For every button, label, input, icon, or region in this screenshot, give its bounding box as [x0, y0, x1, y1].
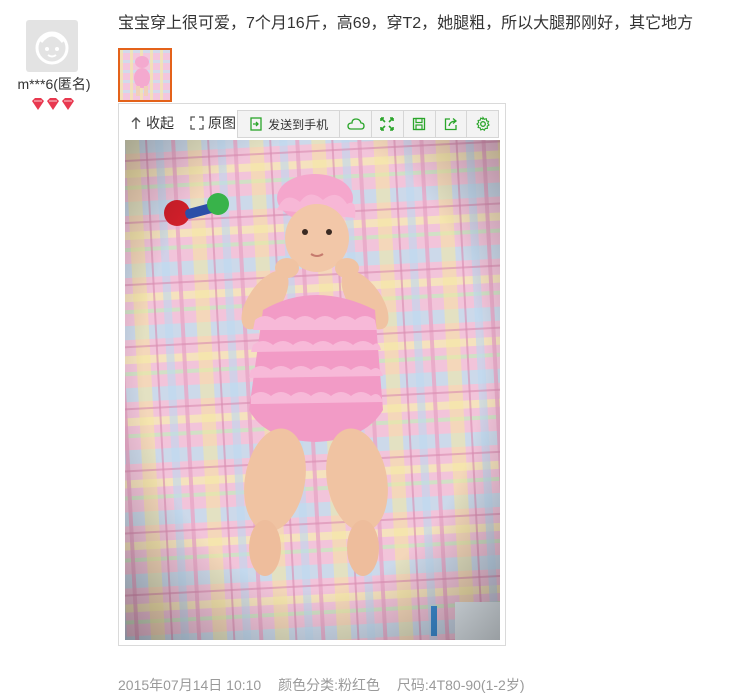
- settings-button[interactable]: [467, 111, 498, 137]
- review-photo-thumbnail[interactable]: [118, 48, 172, 102]
- reviewer-level-badge: [30, 97, 78, 111]
- share-icon: [444, 118, 457, 131]
- expand-icon: [190, 116, 204, 130]
- view-original-button[interactable]: 原图: [190, 113, 236, 133]
- send-to-phone-button[interactable]: 发送到手机: [238, 111, 341, 137]
- settings-icon: [475, 116, 490, 132]
- review-text: 宝宝穿上很可爱，7个月16斤，高69，穿T2，她腿粗，所以大腿那刚好，其它地方: [118, 15, 694, 32]
- reviewer-avatar[interactable]: [26, 20, 78, 72]
- reviewer-name: m***6(匿名): [17, 76, 91, 92]
- share-button[interactable]: [436, 111, 468, 137]
- red-gem-icon: [32, 98, 44, 110]
- send-phone-icon: [250, 117, 262, 131]
- review-photo-large[interactable]: [125, 140, 500, 640]
- collapse-label: 收起: [146, 115, 174, 131]
- arrow-up-icon: [131, 117, 141, 129]
- fullscreen-icon: [380, 117, 395, 131]
- view-original-label: 原图: [208, 115, 236, 131]
- collapse-button[interactable]: 收起: [130, 113, 174, 133]
- review-meta: 2015年07月14日 10:10 颜色分类:粉红色 尺码:4T80-90(1-…: [118, 676, 537, 694]
- default-avatar-icon: [26, 20, 78, 72]
- image-toolbar: 发送到手机: [237, 110, 499, 138]
- cloud-save-button[interactable]: [340, 111, 372, 137]
- red-gem-icon: [47, 98, 59, 110]
- send-to-phone-label: 发送到手机: [268, 117, 329, 132]
- red-gem-icon: [62, 98, 74, 110]
- save-icon: [412, 117, 426, 131]
- cloud-icon: [346, 118, 365, 130]
- fullscreen-button[interactable]: [372, 111, 404, 137]
- save-image-button[interactable]: [404, 111, 436, 137]
